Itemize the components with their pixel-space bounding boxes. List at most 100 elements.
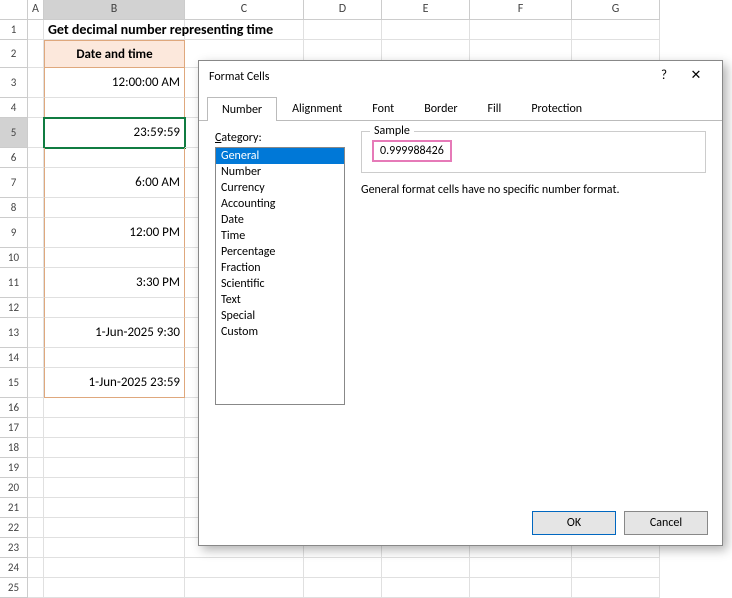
cell-B10[interactable] — [44, 248, 185, 268]
row-header-12[interactable]: 12 — [0, 298, 28, 318]
cell-B1[interactable]: Get decimal number representing time — [44, 20, 185, 40]
cell-A24[interactable] — [28, 558, 44, 578]
row-header-15[interactable]: 15 — [0, 368, 28, 398]
tab-protection[interactable]: Protection — [516, 96, 597, 120]
ok-button[interactable]: OK — [532, 511, 616, 535]
category-general[interactable]: General — [216, 148, 344, 164]
cell-A9[interactable] — [28, 218, 44, 248]
cell-G24[interactable] — [572, 558, 660, 578]
row-header-25[interactable]: 25 — [0, 578, 28, 598]
row-header-17[interactable]: 17 — [0, 418, 28, 438]
select-all-corner[interactable] — [0, 0, 28, 20]
column-header-D[interactable]: D — [304, 0, 382, 20]
cell-F25[interactable] — [470, 578, 572, 598]
row-header-11[interactable]: 11 — [0, 268, 28, 298]
cell-B12[interactable] — [44, 298, 185, 318]
cell-A12[interactable] — [28, 298, 44, 318]
category-date[interactable]: Date — [216, 212, 344, 228]
cell-B2[interactable]: Date and time — [44, 40, 185, 68]
cell-A15[interactable] — [28, 368, 44, 398]
cell-B5[interactable]: 23:59:59 — [44, 118, 185, 148]
cell-A7[interactable] — [28, 168, 44, 198]
cell-F24[interactable] — [470, 558, 572, 578]
cell-E25[interactable] — [382, 578, 470, 598]
cell-A1[interactable] — [28, 20, 44, 40]
cell-A23[interactable] — [28, 538, 44, 558]
cell-A19[interactable] — [28, 458, 44, 478]
tab-number[interactable]: Number — [207, 97, 277, 121]
category-list[interactable]: GeneralNumberCurrencyAccountingDateTimeP… — [215, 147, 345, 405]
cell-A17[interactable] — [28, 418, 44, 438]
tab-border[interactable]: Border — [409, 96, 472, 120]
cell-B8[interactable] — [44, 198, 185, 218]
cell-G25[interactable] — [572, 578, 660, 598]
row-header-7[interactable]: 7 — [0, 168, 28, 198]
cell-A22[interactable] — [28, 518, 44, 538]
column-header-G[interactable]: G — [572, 0, 660, 20]
row-header-9[interactable]: 9 — [0, 218, 28, 248]
cell-A21[interactable] — [28, 498, 44, 518]
cell-A8[interactable] — [28, 198, 44, 218]
row-header-1[interactable]: 1 — [0, 20, 28, 40]
category-time[interactable]: Time — [216, 228, 344, 244]
cell-A11[interactable] — [28, 268, 44, 298]
row-header-6[interactable]: 6 — [0, 148, 28, 168]
row-header-4[interactable]: 4 — [0, 98, 28, 118]
row-header-8[interactable]: 8 — [0, 198, 28, 218]
row-header-20[interactable]: 20 — [0, 478, 28, 498]
row-header-5[interactable]: 5 — [0, 118, 28, 148]
row-header-19[interactable]: 19 — [0, 458, 28, 478]
cell-E1[interactable] — [382, 20, 470, 40]
category-accounting[interactable]: Accounting — [216, 196, 344, 212]
help-button[interactable]: ? — [648, 65, 680, 89]
cell-B15[interactable]: 1-Jun-2025 23:59 — [44, 368, 185, 398]
row-header-13[interactable]: 13 — [0, 318, 28, 348]
cell-B7[interactable]: 6:00 AM — [44, 168, 185, 198]
cell-B25[interactable] — [44, 578, 185, 598]
column-header-F[interactable]: F — [470, 0, 572, 20]
cell-B24[interactable] — [44, 558, 185, 578]
cell-A25[interactable] — [28, 578, 44, 598]
cell-B14[interactable] — [44, 348, 185, 368]
cell-B17[interactable] — [44, 418, 185, 438]
column-header-E[interactable]: E — [382, 0, 470, 20]
cell-B22[interactable] — [44, 518, 185, 538]
row-header-16[interactable]: 16 — [0, 398, 28, 418]
cell-B20[interactable] — [44, 478, 185, 498]
cell-B21[interactable] — [44, 498, 185, 518]
cell-C1[interactable] — [185, 20, 304, 40]
cell-A4[interactable] — [28, 98, 44, 118]
category-percentage[interactable]: Percentage — [216, 244, 344, 260]
cell-B13[interactable]: 1-Jun-2025 9:30 — [44, 318, 185, 348]
cancel-button[interactable]: Cancel — [624, 511, 708, 535]
category-fraction[interactable]: Fraction — [216, 260, 344, 276]
row-header-22[interactable]: 22 — [0, 518, 28, 538]
row-header-23[interactable]: 23 — [0, 538, 28, 558]
cell-E24[interactable] — [382, 558, 470, 578]
category-custom[interactable]: Custom — [216, 324, 344, 340]
row-header-10[interactable]: 10 — [0, 248, 28, 268]
cell-D24[interactable] — [304, 558, 382, 578]
cell-A18[interactable] — [28, 438, 44, 458]
cell-B19[interactable] — [44, 458, 185, 478]
cell-A2[interactable] — [28, 40, 44, 68]
row-header-3[interactable]: 3 — [0, 68, 28, 98]
cell-A16[interactable] — [28, 398, 44, 418]
category-currency[interactable]: Currency — [216, 180, 344, 196]
cell-A6[interactable] — [28, 148, 44, 168]
column-header-B[interactable]: B — [44, 0, 185, 20]
cell-A5[interactable] — [28, 118, 44, 148]
row-header-18[interactable]: 18 — [0, 438, 28, 458]
row-header-2[interactable]: 2 — [0, 40, 28, 68]
cell-D1[interactable] — [304, 20, 382, 40]
category-special[interactable]: Special — [216, 308, 344, 324]
row-header-14[interactable]: 14 — [0, 348, 28, 368]
category-number[interactable]: Number — [216, 164, 344, 180]
cell-A20[interactable] — [28, 478, 44, 498]
cell-C24[interactable] — [185, 558, 304, 578]
cell-B18[interactable] — [44, 438, 185, 458]
tab-alignment[interactable]: Alignment — [277, 96, 357, 120]
category-text[interactable]: Text — [216, 292, 344, 308]
cell-B4[interactable] — [44, 98, 185, 118]
close-button[interactable]: ✕ — [680, 65, 712, 89]
